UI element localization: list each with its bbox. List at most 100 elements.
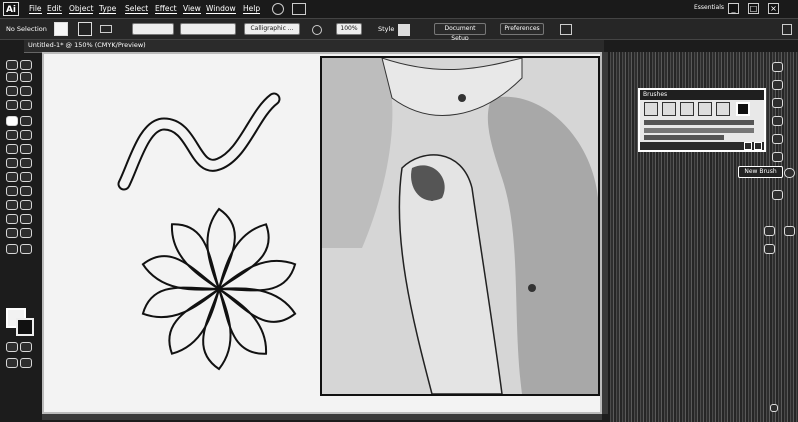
tools-panel <box>2 52 40 368</box>
variable-width-dropdown[interactable] <box>132 23 174 35</box>
opacity-field[interactable]: 100% <box>336 23 362 35</box>
app-logo[interactable]: Ai <box>3 2 19 16</box>
trash-icon[interactable] <box>754 142 762 150</box>
minimize-button[interactable]: _ <box>728 3 739 14</box>
vertical-scrollbar[interactable] <box>602 52 608 414</box>
free-transform-tool-icon[interactable] <box>20 158 32 168</box>
brushes-panel-title: Brushes <box>643 91 668 98</box>
horizontal-scrollbar[interactable] <box>42 414 602 420</box>
photo-content <box>322 58 598 394</box>
document-tab-title: Untitled-1* @ 150% (CMYK/Preview) <box>28 41 146 49</box>
menu-window[interactable]: Window <box>205 4 237 14</box>
brush-swatch-calligraphic[interactable] <box>736 102 750 116</box>
brush-swatch-3[interactable] <box>680 102 694 116</box>
slice-tool-icon[interactable] <box>20 228 32 238</box>
mesh-tool-icon[interactable] <box>6 186 18 196</box>
color-guide-panel-icon[interactable] <box>772 80 783 90</box>
graphic-style-swatch[interactable] <box>398 24 410 36</box>
shape-builder-tool-icon[interactable] <box>6 172 18 182</box>
workspace-switcher[interactable]: Essentials <box>694 4 724 11</box>
rectangle-tool-icon[interactable] <box>20 100 32 110</box>
flower-shape <box>141 207 297 371</box>
graphic-styles-panel-icon[interactable] <box>784 226 795 236</box>
isolation-icon[interactable] <box>560 24 572 35</box>
color-panel-icon[interactable] <box>772 62 783 72</box>
style-label: Style <box>378 25 395 33</box>
brushes-panel-icon[interactable] <box>772 116 783 126</box>
appearance-panel-icon[interactable] <box>764 226 775 236</box>
brush-art-row-1[interactable] <box>644 120 754 125</box>
stroke-panel-icon[interactable] <box>772 152 783 162</box>
transparency-panel-icon[interactable] <box>772 190 783 200</box>
menu-help[interactable]: Help <box>242 4 261 14</box>
blob-brush-tool-icon[interactable] <box>6 130 18 140</box>
control-bar: No Selection Calligraphic ... 100% Style… <box>0 18 798 42</box>
close-button[interactable]: × <box>768 3 779 14</box>
draw-normal-icon[interactable] <box>6 358 18 368</box>
brushes-panel-header[interactable]: Brushes <box>640 90 764 100</box>
stroke-color-box[interactable] <box>16 318 34 336</box>
bridge-icon[interactable] <box>272 3 284 15</box>
layers-panel-icon[interactable] <box>764 244 775 254</box>
gradient-mode-icon[interactable] <box>20 342 32 352</box>
swatches-panel-icon[interactable] <box>772 98 783 108</box>
scale-tool-icon[interactable] <box>20 144 32 154</box>
preferences-button[interactable]: Preferences <box>500 23 544 35</box>
control-menu-icon[interactable] <box>782 24 792 35</box>
new-brush-icon[interactable] <box>744 142 752 150</box>
width-tool-icon[interactable] <box>6 158 18 168</box>
gradient-tool-icon[interactable] <box>20 186 32 196</box>
symbols-panel-icon[interactable] <box>772 134 783 144</box>
placed-image[interactable] <box>320 56 600 396</box>
artboard-tool-icon[interactable] <box>6 228 18 238</box>
selection-status: No Selection <box>6 25 47 33</box>
pen-tool-icon[interactable] <box>6 86 18 96</box>
menu-effect[interactable]: Effect <box>154 4 178 14</box>
blend-tool-icon[interactable] <box>20 200 32 210</box>
eraser-tool-icon[interactable] <box>20 130 32 140</box>
lasso-tool-icon[interactable] <box>20 72 32 82</box>
type-tool-icon[interactable] <box>20 86 32 96</box>
dock-collapse-icon[interactable] <box>770 404 778 412</box>
stroke-swatch[interactable] <box>78 22 92 36</box>
pencil-tool-icon[interactable] <box>20 116 32 126</box>
opacity-icon[interactable] <box>312 25 322 35</box>
menu-file[interactable]: File <box>28 4 43 14</box>
new-brush-tooltip: New Brush <box>738 166 783 178</box>
magic-wand-tool-icon[interactable] <box>6 72 18 82</box>
brushes-panel-footer <box>640 142 764 150</box>
color-mode-icon[interactable] <box>6 342 18 352</box>
fill-swatch[interactable] <box>54 22 68 36</box>
direct-selection-tool-icon[interactable] <box>20 60 32 70</box>
brush-swatch-dot-large[interactable] <box>662 102 676 116</box>
perspective-grid-tool-icon[interactable] <box>20 172 32 182</box>
brush-swatch-4[interactable] <box>698 102 712 116</box>
menu-select[interactable]: Select <box>124 4 149 14</box>
column-graph-tool-icon[interactable] <box>20 214 32 224</box>
brush-art-row-3[interactable] <box>644 135 724 140</box>
selection-tool-icon[interactable] <box>6 60 18 70</box>
stroke-profile-dropdown[interactable] <box>180 23 236 35</box>
hand-tool-icon[interactable] <box>6 244 18 254</box>
document-setup-button[interactable]: Document Setup <box>434 23 486 42</box>
symbol-sprayer-tool-icon[interactable] <box>6 214 18 224</box>
brush-art-row-2[interactable] <box>644 128 754 133</box>
screen-mode-icon[interactable] <box>20 358 32 368</box>
gradient-panel-icon[interactable] <box>784 168 795 178</box>
rotate-tool-icon[interactable] <box>6 144 18 154</box>
paintbrush-tool-icon[interactable] <box>6 116 18 126</box>
brush-definition-dropdown[interactable]: Calligraphic ... <box>244 23 300 35</box>
menu-edit[interactable]: Edit <box>46 4 63 14</box>
menu-bar: Ai File Edit Object Type Select Effect V… <box>0 0 798 18</box>
menu-object[interactable]: Object <box>68 4 94 14</box>
brush-swatch-5[interactable] <box>716 102 730 116</box>
menu-type[interactable]: Type <box>98 4 117 14</box>
eyedropper-tool-icon[interactable] <box>6 200 18 210</box>
line-tool-icon[interactable] <box>6 100 18 110</box>
brush-swatch-dot-small[interactable] <box>644 102 658 116</box>
menu-view[interactable]: View <box>182 4 202 14</box>
maximize-button[interactable]: □ <box>748 3 759 14</box>
zoom-tool-icon[interactable] <box>20 244 32 254</box>
stroke-weight-icon[interactable] <box>100 25 112 33</box>
arrange-documents-icon[interactable] <box>292 3 306 15</box>
